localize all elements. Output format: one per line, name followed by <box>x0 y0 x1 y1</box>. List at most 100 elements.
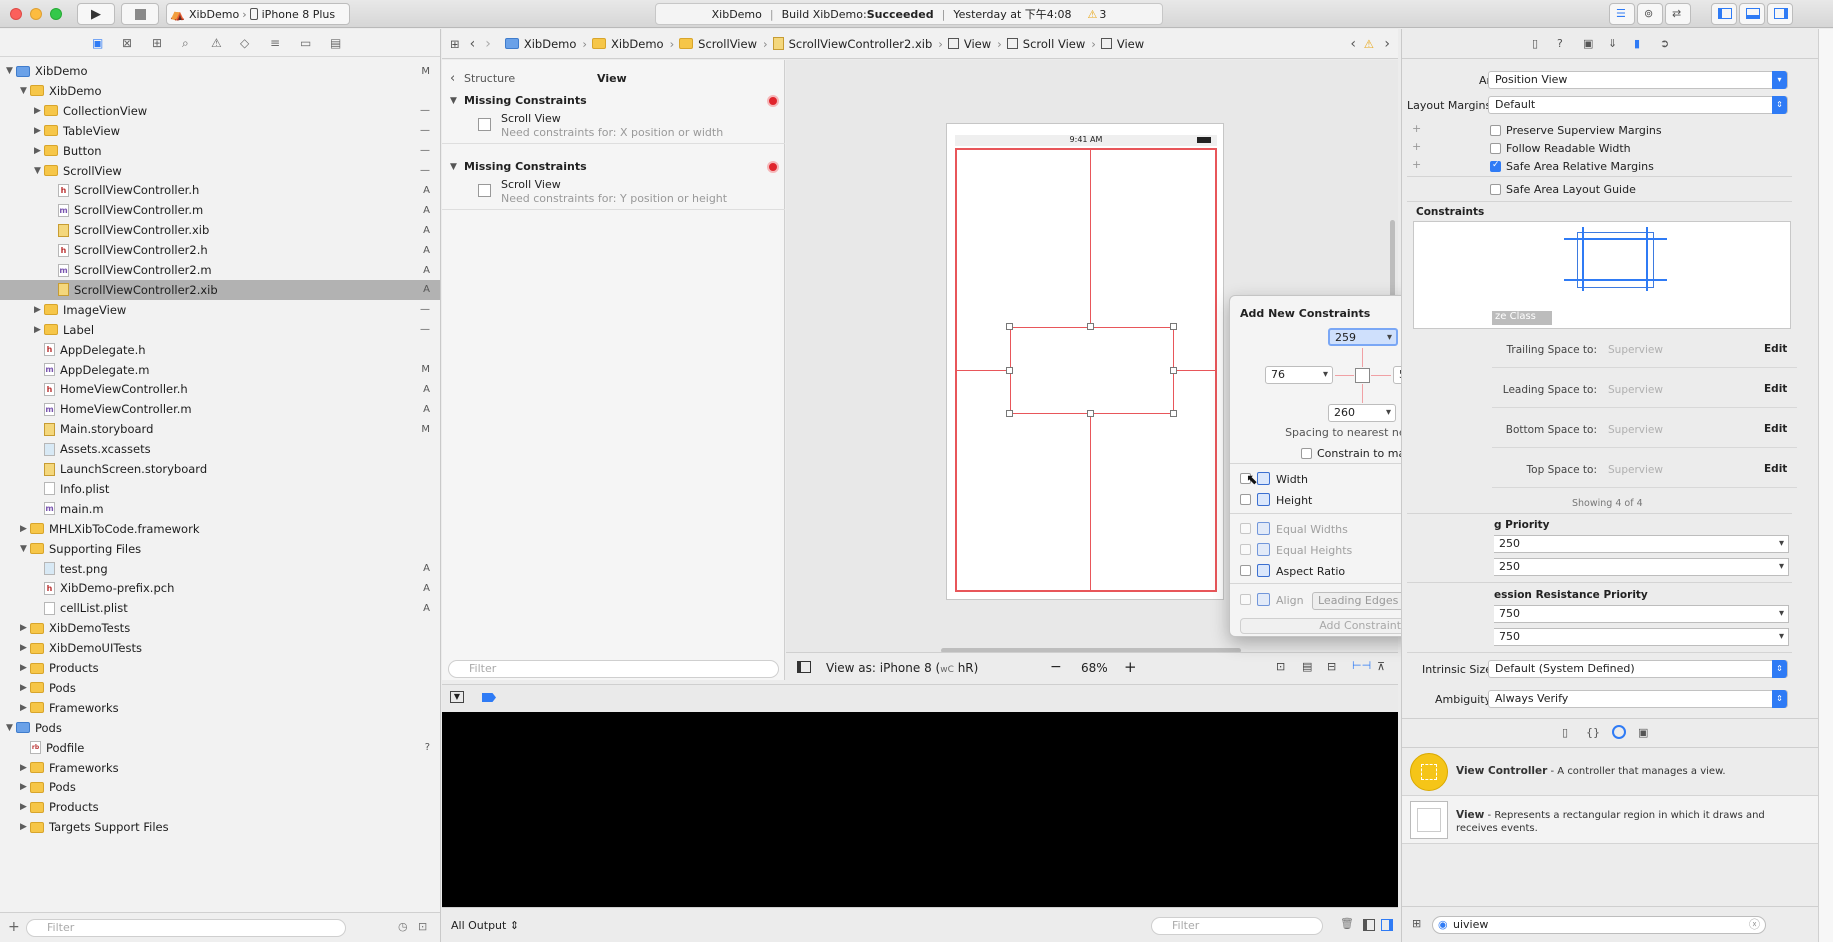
error-icon[interactable] <box>767 161 779 173</box>
tree-row[interactable]: m main.m <box>0 499 440 519</box>
resolve-issues-icon[interactable]: ⊼ <box>1377 660 1385 673</box>
media-library-icon[interactable]: ▣ <box>1638 726 1648 739</box>
breadcrumb-item[interactable]: ScrollViewController2.xib <box>772 37 932 51</box>
bottom-spacing-field[interactable]: 260 <box>1328 404 1396 422</box>
breadcrumb-item[interactable]: ScrollView <box>679 37 757 51</box>
split-left-icon[interactable] <box>1363 919 1375 931</box>
tree-row[interactable]: m AppDelegate.m M <box>0 360 440 380</box>
tree-row[interactable]: ▶ Targets Support Files <box>0 817 440 837</box>
breadcrumb-item[interactable]: View <box>947 37 991 51</box>
disclosure-closed-icon[interactable]: ▶ <box>20 822 30 832</box>
breakpoint-icon[interactable]: ▭ <box>300 36 311 50</box>
connections-icon[interactable]: ➲ <box>1660 37 1669 50</box>
tree-row[interactable]: Main.storyboard M <box>0 419 440 439</box>
selected-view[interactable] <box>1010 327 1174 414</box>
library-search-field[interactable]: ◉ uiview ⓧ <box>1432 916 1766 934</box>
tree-row[interactable]: ▼ Supporting Files <box>0 539 440 559</box>
tree-row[interactable]: ▶ XibDemoTests <box>0 618 440 638</box>
tree-row[interactable]: ▶ Label — <box>0 320 440 340</box>
warning-count[interactable]: 3 <box>1099 8 1106 21</box>
breadcrumb-item[interactable]: View <box>1100 37 1144 51</box>
outline-filter-field[interactable]: Filter <box>448 660 779 678</box>
tree-row[interactable]: ScrollViewController.xib A <box>0 220 440 240</box>
tree-row[interactable]: ▶ Frameworks <box>0 758 440 778</box>
edit-constraint-button[interactable]: Edit <box>1764 463 1787 475</box>
error-icon[interactable] <box>767 95 779 107</box>
tree-row[interactable]: m ScrollViewController2.m A <box>0 260 440 280</box>
add-variation-icon[interactable]: + <box>1412 140 1421 153</box>
recent-clock-icon[interactable]: ◷ <box>398 920 408 933</box>
disclosure-open-icon[interactable]: ▼ <box>450 162 457 172</box>
tree-row[interactable]: h ScrollViewController2.h A <box>0 240 440 260</box>
standard-editor-button[interactable]: ☰ <box>1609 3 1635 25</box>
edit-constraint-button[interactable]: Edit <box>1764 343 1787 355</box>
left-strut-icon[interactable] <box>1335 375 1354 376</box>
test-diamond-icon[interactable]: ◇ <box>240 36 249 50</box>
bottom-strut-icon[interactable] <box>1362 384 1363 403</box>
minimize-window-button[interactable] <box>30 8 42 20</box>
constraint-row[interactable]: Bottom Space to: Superview Edit <box>1492 412 1797 448</box>
safe-area-relative-checkbox[interactable] <box>1490 160 1501 172</box>
constrain-margins-checkbox[interactable] <box>1301 448 1312 459</box>
tree-row[interactable]: ▶ Products <box>0 797 440 817</box>
tree-row[interactable]: LaunchScreen.storyboard <box>0 459 440 479</box>
intrinsic-size-select[interactable]: Default (System Defined) ⇕ <box>1488 660 1788 678</box>
tree-row[interactable]: rb Podfile? <box>0 738 440 758</box>
object-library-icon[interactable] <box>1612 725 1626 739</box>
top-spacing-field[interactable]: 259 <box>1328 328 1398 346</box>
library-item[interactable]: View - Represents a rectangular region i… <box>1402 796 1819 844</box>
zoom-in-button[interactable]: + <box>1124 658 1137 676</box>
disclosure-closed-icon[interactable]: ▶ <box>34 325 44 335</box>
issue-row[interactable]: Scroll View Need constraints for: X posit… <box>442 110 785 144</box>
disclosure-closed-icon[interactable]: ▶ <box>34 146 44 156</box>
tree-row[interactable]: m HomeViewController.m A <box>0 399 440 419</box>
grid-view-icon[interactable]: ⊞ <box>1412 917 1421 930</box>
disclosure-closed-icon[interactable]: ▶ <box>34 126 44 136</box>
disclosure-closed-icon[interactable]: ▶ <box>34 305 44 315</box>
library-item[interactable]: View Controller - A controller that mana… <box>1402 748 1819 796</box>
size-inspector-icon[interactable]: ▮ <box>1634 37 1640 50</box>
file-template-icon[interactable]: ▯ <box>1562 726 1568 739</box>
disclosure-closed-icon[interactable]: ▶ <box>20 663 30 673</box>
align-icon[interactable]: ⊟ <box>1327 660 1336 673</box>
tree-row[interactable]: ▶ ImageView — <box>0 300 440 320</box>
disclosure-closed-icon[interactable]: ▶ <box>20 683 30 693</box>
stop-button[interactable] <box>121 3 159 25</box>
hide-debug-icon[interactable]: ▼ <box>450 691 464 703</box>
back-chevron-icon[interactable]: ‹ <box>450 71 455 86</box>
resize-handle-bl[interactable] <box>1006 410 1013 417</box>
constraint-row[interactable]: Trailing Space to: Superview Edit <box>1492 332 1797 368</box>
safe-area-guide-checkbox[interactable] <box>1490 184 1501 195</box>
tree-row[interactable]: cellList.plist A <box>0 598 440 618</box>
assistant-editor-button[interactable]: ⊚ <box>1637 3 1663 25</box>
disclosure-open-icon[interactable]: ▼ <box>20 86 30 96</box>
outline-toggle-icon[interactable] <box>797 661 811 673</box>
file-inspector-icon[interactable]: ▯ <box>1532 37 1538 50</box>
output-selector[interactable]: All Output ⇕ <box>451 919 519 932</box>
attributes-icon[interactable]: ⇓ <box>1608 37 1617 50</box>
equal-heights-checkbox[interactable] <box>1240 544 1251 555</box>
disclosure-closed-icon[interactable]: ▶ <box>34 106 44 116</box>
tree-row[interactable]: h AppDelegate.h <box>0 340 440 360</box>
add-variation-icon[interactable]: + <box>1412 158 1421 171</box>
breadcrumb-item[interactable]: Scroll View <box>1006 37 1085 51</box>
structure-back-button[interactable]: Structure <box>464 72 515 85</box>
tree-row[interactable]: ▶ XibDemoUITests <box>0 638 440 658</box>
clear-search-icon[interactable]: ⓧ <box>1749 917 1760 933</box>
disclosure-closed-icon[interactable]: ▶ <box>20 703 30 713</box>
embed-icon[interactable]: ⊡ <box>1276 660 1285 673</box>
equal-widths-checkbox[interactable] <box>1240 523 1251 534</box>
back-arrow-icon[interactable]: ‹ <box>470 36 476 52</box>
quick-help-icon[interactable]: ? <box>1557 37 1563 50</box>
edit-constraint-button[interactable]: Edit <box>1764 423 1787 435</box>
version-editor-button[interactable]: ⇄ <box>1665 3 1691 25</box>
tree-row[interactable]: ▶ Pods <box>0 777 440 797</box>
right-strut-icon[interactable] <box>1371 375 1391 376</box>
resize-handle-br[interactable] <box>1170 410 1177 417</box>
compression-vertical-field[interactable]: 750 <box>1494 628 1789 646</box>
filter-scm-icon[interactable]: ⊡ <box>418 920 427 933</box>
disclosure-closed-icon[interactable]: ▶ <box>20 643 30 653</box>
resize-handle-l[interactable] <box>1006 367 1013 374</box>
disclosure-open-icon[interactable]: ▼ <box>20 544 30 554</box>
tree-row[interactable]: ScrollViewController2.xib A <box>0 279 440 300</box>
